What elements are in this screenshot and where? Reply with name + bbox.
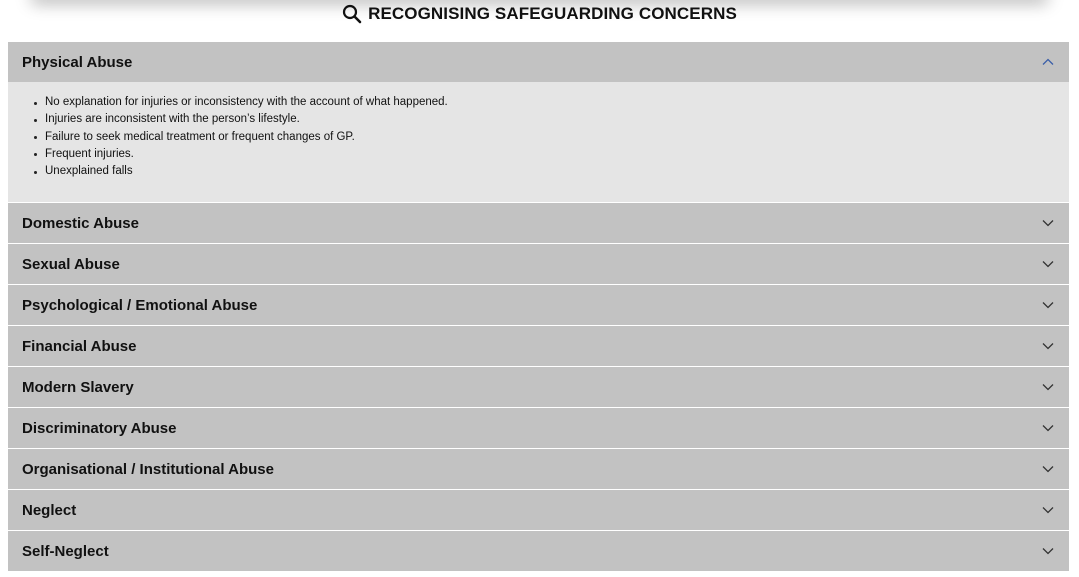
- accordion-section-domestic-abuse: Domestic Abuse: [8, 203, 1069, 243]
- accordion-header-label: Modern Slavery: [22, 378, 134, 396]
- accordion-section-discriminatory-abuse: Discriminatory Abuse: [8, 408, 1069, 448]
- accordion-header-label: Sexual Abuse: [22, 255, 120, 273]
- chevron-up-icon[interactable]: [1041, 55, 1055, 69]
- accordion-section-physical-abuse: Physical Abuse No explanation for injuri…: [8, 42, 1069, 202]
- accordion-header-label: Discriminatory Abuse: [22, 419, 177, 437]
- chevron-down-icon[interactable]: [1041, 339, 1055, 353]
- accordion-header-label: Psychological / Emotional Abuse: [22, 296, 258, 314]
- search-icon: [342, 4, 362, 24]
- chevron-down-icon[interactable]: [1041, 216, 1055, 230]
- accordion-header-financial-abuse[interactable]: Financial Abuse: [8, 326, 1069, 366]
- accordion-header-label: Financial Abuse: [22, 337, 137, 355]
- accordion-section-self-neglect: Self-Neglect: [8, 531, 1069, 571]
- accordion-header-psychological-emotional-abuse[interactable]: Psychological / Emotional Abuse: [8, 285, 1069, 325]
- accordion-header-label: Domestic Abuse: [22, 214, 139, 232]
- accordion-header-self-neglect[interactable]: Self-Neglect: [8, 531, 1069, 571]
- list-item: Frequent injuries.: [34, 146, 1049, 163]
- accordion-header-physical-abuse[interactable]: Physical Abuse: [8, 42, 1069, 82]
- chevron-down-icon[interactable]: [1041, 544, 1055, 558]
- chevron-down-icon[interactable]: [1041, 462, 1055, 476]
- accordion-header-label: Organisational / Institutional Abuse: [22, 460, 274, 478]
- accordion-section-financial-abuse: Financial Abuse: [8, 326, 1069, 366]
- accordion-section-sexual-abuse: Sexual Abuse: [8, 244, 1069, 284]
- accordion-section-psychological-emotional-abuse: Psychological / Emotional Abuse: [8, 285, 1069, 325]
- chevron-down-icon[interactable]: [1041, 257, 1055, 271]
- accordion-header-organisational-institutional-abuse[interactable]: Organisational / Institutional Abuse: [8, 449, 1069, 489]
- accordion-header-modern-slavery[interactable]: Modern Slavery: [8, 367, 1069, 407]
- accordion-section-modern-slavery: Modern Slavery: [8, 367, 1069, 407]
- chevron-down-icon[interactable]: [1041, 421, 1055, 435]
- list-item: Unexplained falls: [34, 163, 1049, 180]
- chevron-down-icon[interactable]: [1041, 503, 1055, 517]
- list-item: Failure to seek medical treatment or fre…: [34, 129, 1049, 146]
- chevron-down-icon[interactable]: [1041, 298, 1055, 312]
- accordion-body-physical-abuse: No explanation for injuries or inconsist…: [8, 82, 1069, 202]
- accordion-section-organisational-institutional-abuse: Organisational / Institutional Abuse: [8, 449, 1069, 489]
- page-title: RECOGNISING SAFEGUARDING CONCERNS: [0, 4, 1079, 24]
- list-item: Injuries are inconsistent with the perso…: [34, 111, 1049, 128]
- chevron-down-icon[interactable]: [1041, 380, 1055, 394]
- page-title-text: RECOGNISING SAFEGUARDING CONCERNS: [368, 4, 737, 23]
- accordion-header-sexual-abuse[interactable]: Sexual Abuse: [8, 244, 1069, 284]
- safeguarding-accordion: Physical Abuse No explanation for injuri…: [8, 42, 1069, 572]
- accordion-header-label: Physical Abuse: [22, 53, 133, 71]
- accordion-header-discriminatory-abuse[interactable]: Discriminatory Abuse: [8, 408, 1069, 448]
- bullet-list: No explanation for injuries or inconsist…: [34, 94, 1049, 180]
- accordion-header-label: Self-Neglect: [22, 542, 109, 560]
- accordion-header-domestic-abuse[interactable]: Domestic Abuse: [8, 203, 1069, 243]
- accordion-header-label: Neglect: [22, 501, 77, 519]
- accordion-header-neglect[interactable]: Neglect: [8, 490, 1069, 530]
- list-item: No explanation for injuries or inconsist…: [34, 94, 1049, 111]
- accordion-section-neglect: Neglect: [8, 490, 1069, 530]
